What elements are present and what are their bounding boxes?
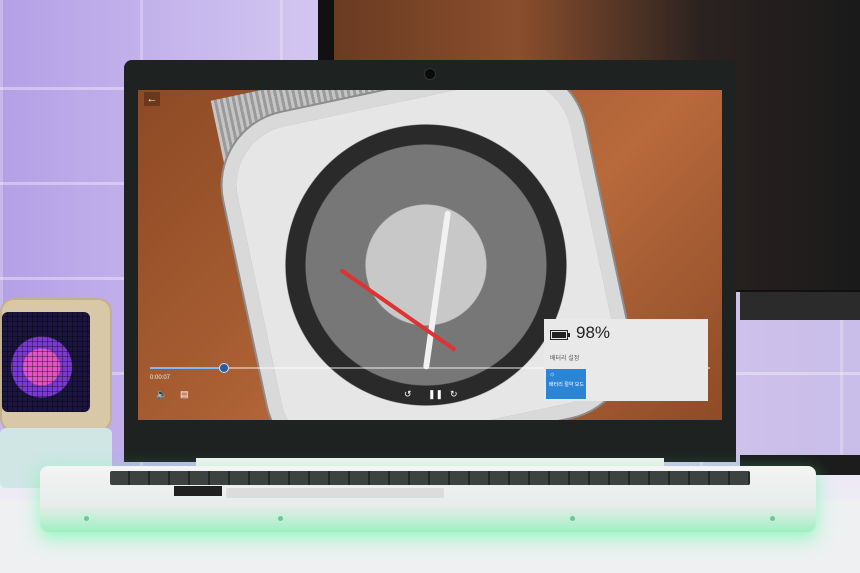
base-screw (84, 516, 89, 521)
laptop-keyboard (110, 471, 750, 485)
battery-saver-label: 배터리 절약 모드 (549, 382, 584, 388)
pause-button[interactable]: ❚❚ (428, 389, 443, 399)
battery-percent: 98% (576, 323, 611, 342)
captions-icon: ▤ (180, 389, 189, 399)
captions-button[interactable]: ▤ (180, 389, 189, 399)
arrow-left-icon: ← (146, 93, 158, 105)
speaker-icon: 🔈 (156, 389, 168, 399)
base-screw (570, 516, 575, 521)
speaker-pixel-display (2, 312, 90, 412)
battery-flyout: 98% 배터리 설정 ☼ 배터리 절약 모드 (544, 319, 708, 401)
laptop-screen: ← 0:00:07 7 🔈 ▤ ↺ ❚❚ ↻ 98% 배터리 설정 ☼ 배터리 … (138, 90, 722, 420)
back-button[interactable]: ← (144, 92, 160, 106)
sun-icon: ☼ (549, 371, 556, 378)
monitor-stand (740, 292, 860, 320)
volume-button[interactable]: 🔈 (156, 389, 167, 399)
laptop-touchpad (226, 488, 444, 498)
laptop-sticker (174, 486, 222, 496)
webcam (424, 68, 436, 80)
rewind-button[interactable]: ↺ (404, 389, 412, 399)
time-current: 0:00:07 (150, 375, 171, 381)
pause-icon: ❚❚ (428, 389, 444, 399)
battery-settings-link[interactable]: 배터리 설정 (550, 353, 579, 362)
base-screw (278, 516, 283, 521)
forward-icon: ↻ (450, 389, 458, 399)
battery-saver-tile[interactable]: ☼ 배터리 절약 모드 (546, 369, 586, 399)
seek-thumb[interactable] (218, 363, 229, 373)
rewind-icon: ↺ (404, 389, 412, 399)
base-screw (770, 516, 775, 521)
battery-level (552, 332, 566, 338)
battery-icon (550, 330, 570, 340)
seek-progress (150, 367, 223, 369)
forward-button[interactable]: ↻ (450, 389, 458, 399)
laptop-bezel-chin (124, 420, 736, 462)
